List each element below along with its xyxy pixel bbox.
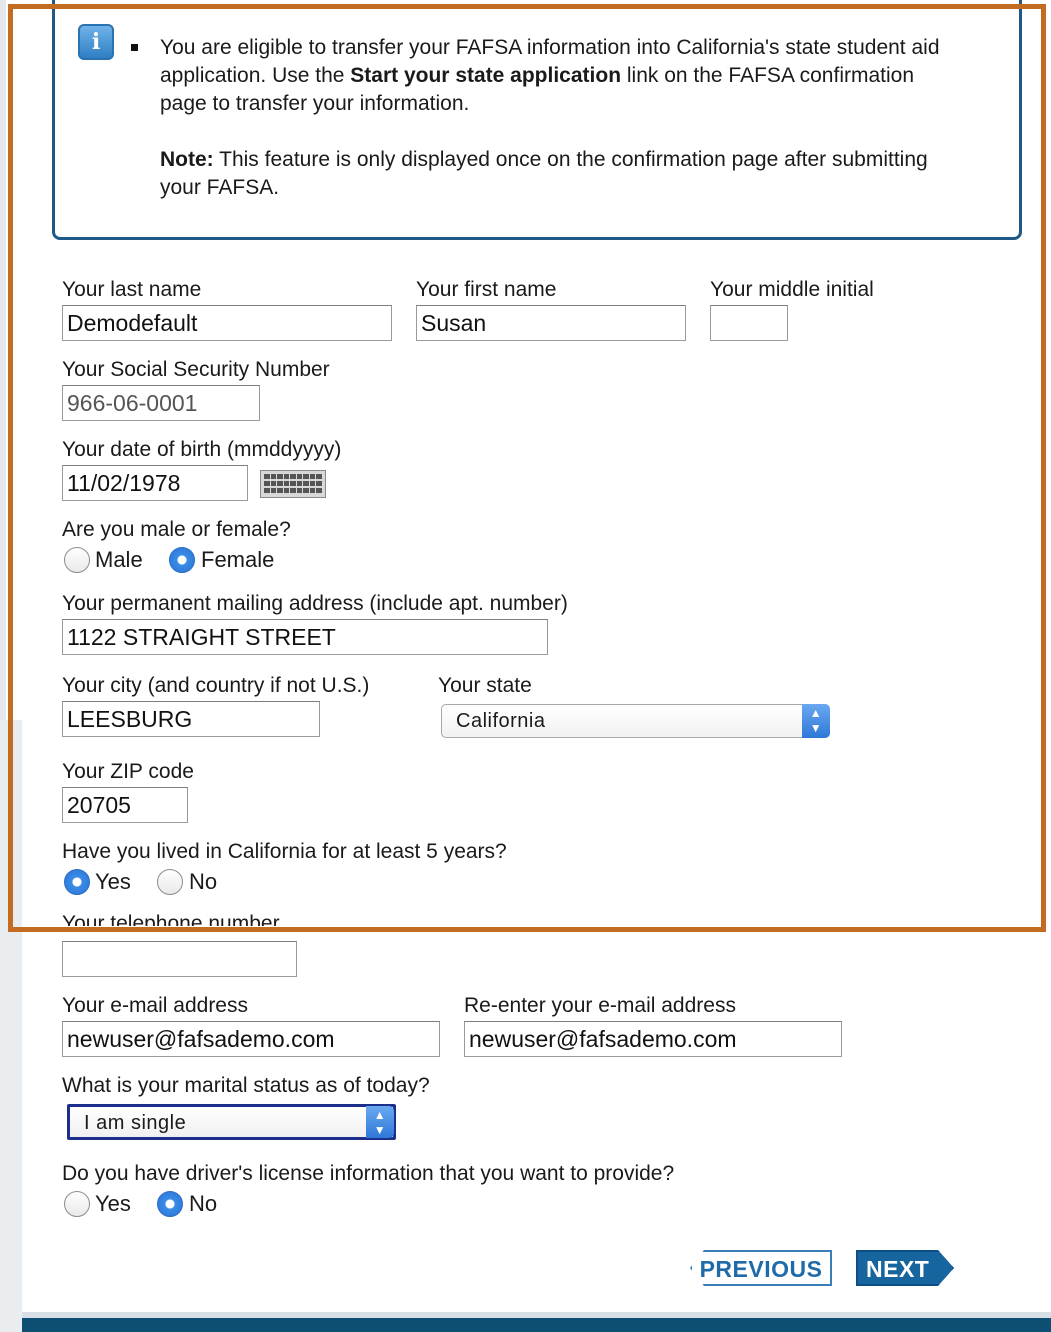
info-message: You are eligible to transfer your FAFSA …	[160, 34, 940, 118]
license-yes-radio[interactable]	[64, 1191, 90, 1217]
state-select[interactable]: California ▲ ▼	[441, 704, 830, 738]
first-name-label: Your first name	[416, 278, 557, 301]
email-confirm-input[interactable]	[464, 1021, 842, 1057]
bullet-icon	[131, 44, 138, 51]
footer-bar	[22, 1318, 1051, 1332]
state-label: Your state	[438, 674, 532, 697]
note-label: Note:	[160, 148, 214, 171]
lived-no-label[interactable]: No	[189, 869, 217, 895]
last-name-label: Your last name	[62, 278, 202, 301]
marital-status-value: I am single	[84, 1112, 187, 1134]
address-input[interactable]	[62, 619, 548, 655]
next-button[interactable]: NEXT	[856, 1250, 954, 1286]
telephone-label: Your telephone number	[62, 912, 280, 926]
marital-status-label: What is your marital status as of today?	[62, 1074, 430, 1097]
info-note: Note: This feature is only displayed onc…	[160, 146, 940, 202]
middle-initial-input[interactable]	[710, 305, 788, 341]
lived-yes-radio[interactable]	[64, 869, 90, 895]
dob-label: Your date of birth (mmddyyyy)	[62, 438, 342, 461]
middle-initial-label: Your middle initial	[710, 278, 874, 301]
state-value: California	[456, 710, 546, 732]
gender-female-radio[interactable]	[169, 547, 195, 573]
email-confirm-label: Re-enter your e-mail address	[464, 994, 736, 1017]
license-yes-label[interactable]: Yes	[95, 1191, 131, 1217]
info-text-bold: Start your state application	[350, 64, 622, 87]
address-label: Your permanent mailing address (include …	[62, 592, 568, 615]
drivers-license-label: Do you have driver's license information…	[62, 1162, 675, 1185]
telephone-label-clip: Your telephone number	[62, 912, 462, 926]
marital-status-select[interactable]: I am single ▲ ▼	[67, 1104, 396, 1140]
gender-female-label[interactable]: Female	[201, 547, 274, 573]
city-input[interactable]	[62, 701, 320, 737]
city-label: Your city (and country if not U.S.)	[62, 674, 370, 697]
note-text: This feature is only displayed once on t…	[160, 148, 928, 199]
email-input[interactable]	[62, 1021, 440, 1057]
license-no-radio[interactable]	[157, 1191, 183, 1217]
lived-no-radio[interactable]	[157, 869, 183, 895]
zip-input[interactable]	[62, 787, 188, 823]
keyboard-icon[interactable]	[260, 470, 326, 498]
select-arrows-icon: ▲ ▼	[366, 1106, 394, 1138]
gender-male-radio[interactable]	[64, 547, 90, 573]
select-arrows-icon: ▲ ▼	[802, 704, 830, 738]
telephone-input[interactable]	[62, 941, 297, 977]
left-page-edge	[0, 0, 6, 720]
gender-male-label[interactable]: Male	[95, 547, 143, 573]
email-label: Your e-mail address	[62, 994, 248, 1017]
lived-yes-label[interactable]: Yes	[95, 869, 131, 895]
previous-button[interactable]: PREVIOUS	[690, 1250, 832, 1286]
ssn-input	[62, 385, 260, 421]
left-page-edge-lower	[0, 720, 22, 1332]
dob-input[interactable]	[62, 465, 248, 501]
license-no-label[interactable]: No	[189, 1191, 217, 1217]
lived-5-years-label: Have you lived in California for at leas…	[62, 840, 507, 863]
first-name-input[interactable]	[416, 305, 686, 341]
ssn-label: Your Social Security Number	[62, 358, 330, 381]
zip-label: Your ZIP code	[62, 760, 194, 783]
gender-label: Are you male or female?	[62, 518, 291, 541]
info-icon: i	[78, 24, 114, 60]
last-name-input[interactable]	[62, 305, 392, 341]
